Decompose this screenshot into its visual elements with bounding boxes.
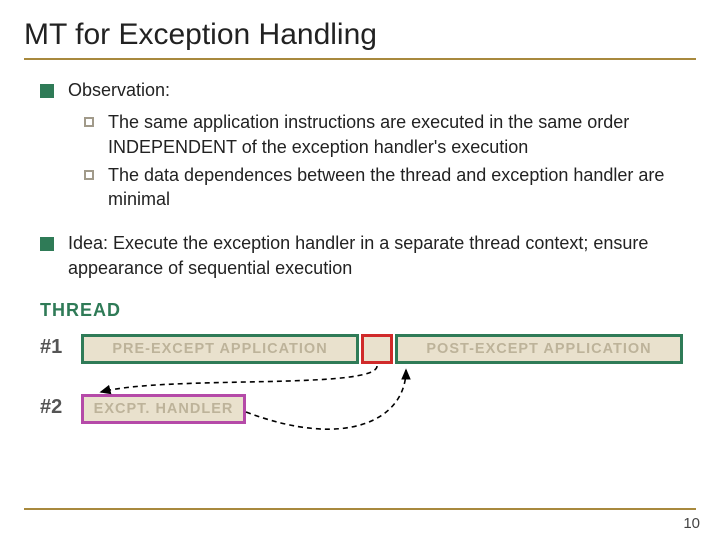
- row2-label: #2: [40, 396, 62, 419]
- title-rule: [24, 58, 696, 60]
- handler-text: EXCPT. HANDLER: [94, 401, 234, 417]
- pre-except-text: PRE-EXCEPT APPLICATION: [112, 341, 327, 357]
- row1-label: #1: [40, 336, 62, 359]
- slide-title: MT for Exception Handling: [24, 18, 696, 52]
- pre-except-box: PRE-EXCEPT APPLICATION: [81, 334, 359, 364]
- bullet-list: Observation: The same application instru…: [24, 78, 696, 280]
- bullet-observation: Observation:: [40, 78, 696, 102]
- dependency-arrows: [26, 300, 706, 460]
- sub-bullet-2-text: The data dependences between the thread …: [108, 163, 696, 212]
- bullet-idea: Idea: Execute the exception handler in a…: [40, 231, 696, 280]
- post-except-box: POST-EXCEPT APPLICATION: [395, 334, 683, 364]
- square-bullet-icon: [40, 84, 54, 98]
- page-number: 10: [683, 515, 700, 532]
- thread-diagram: THREAD #1 #2 PRE-EXCEPT APPLICATION POST…: [26, 300, 696, 455]
- hollow-square-icon: [84, 117, 94, 127]
- exception-handler-box: EXCPT. HANDLER: [81, 394, 246, 424]
- sub-bullet-2: The data dependences between the thread …: [84, 163, 696, 212]
- sub-bullet-1-text: The same application instructions are ex…: [108, 110, 696, 159]
- exception-marker-box: [361, 334, 393, 364]
- sub-bullet-1: The same application instructions are ex…: [84, 110, 696, 159]
- thread-label: THREAD: [40, 300, 121, 321]
- post-except-text: POST-EXCEPT APPLICATION: [426, 341, 651, 357]
- observation-heading: Observation:: [68, 78, 170, 102]
- footer-rule: [24, 508, 696, 510]
- hollow-square-icon: [84, 170, 94, 180]
- idea-text: Idea: Execute the exception handler in a…: [68, 231, 696, 280]
- square-bullet-icon: [40, 237, 54, 251]
